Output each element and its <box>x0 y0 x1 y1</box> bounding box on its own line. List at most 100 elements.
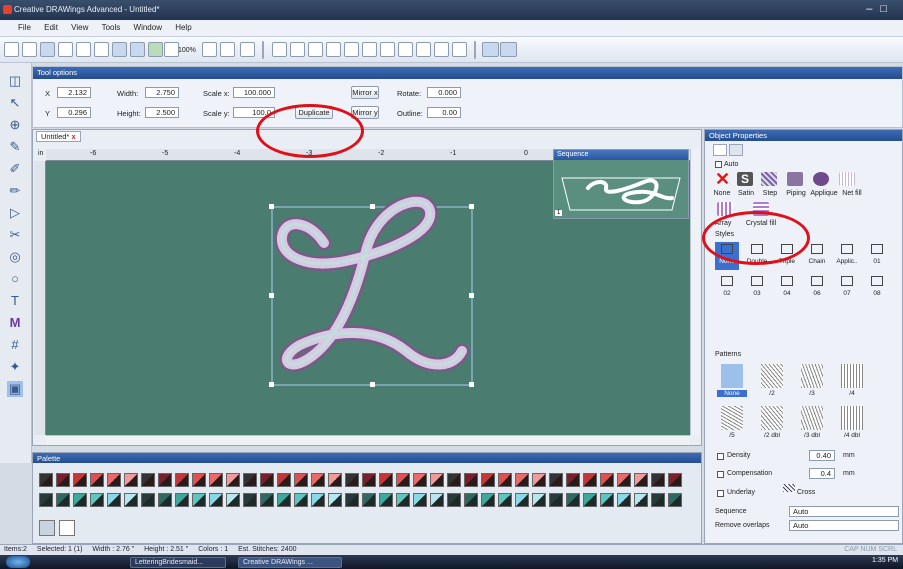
redo-icon[interactable] <box>130 42 145 57</box>
palette-swatch[interactable] <box>260 473 274 487</box>
satin-type-icon[interactable]: S <box>737 172 753 186</box>
pattern-cell[interactable]: /2 dbl <box>757 404 787 442</box>
palette-swatch[interactable] <box>345 473 359 487</box>
brush-tool-icon[interactable]: ✐ <box>7 161 23 177</box>
tab-untitled[interactable]: Untitled* x <box>36 131 81 142</box>
select-tool-icon[interactable]: ◫ <box>7 73 23 89</box>
palette-swatch[interactable] <box>362 473 376 487</box>
palette-swatch[interactable] <box>39 493 53 507</box>
palette-swatch[interactable] <box>124 473 138 487</box>
palette-swatch[interactable] <box>617 493 631 507</box>
palette-swatch[interactable] <box>379 493 393 507</box>
shape-tool-icon[interactable]: ▷ <box>7 205 23 221</box>
palette-swatch[interactable] <box>498 493 512 507</box>
menu-help[interactable]: Help <box>175 23 191 32</box>
ellipse-tool-icon[interactable]: ○ <box>7 271 23 287</box>
pattern-cell[interactable]: /4 dbl <box>837 404 867 442</box>
style-cell[interactable]: 01 <box>865 242 889 270</box>
palette-swatch[interactable] <box>226 493 240 507</box>
style-cell[interactable]: 03 <box>745 274 769 302</box>
applique-type-icon[interactable] <box>813 172 829 186</box>
palette-swatch[interactable] <box>277 493 291 507</box>
palette-swatch[interactable] <box>413 493 427 507</box>
palette-swatch[interactable] <box>345 493 359 507</box>
sequence-select[interactable]: Auto <box>789 506 899 517</box>
stitch-view-icon[interactable] <box>482 42 499 57</box>
monogram-tool-icon[interactable]: M <box>7 315 23 331</box>
wand-icon[interactable] <box>240 42 255 57</box>
same-height-icon[interactable] <box>434 42 449 57</box>
palette-swatch[interactable] <box>515 493 529 507</box>
tab-properties[interactable] <box>713 144 727 156</box>
palette-swatch[interactable] <box>583 473 597 487</box>
palette-swatch[interactable] <box>209 493 223 507</box>
palette-swatch[interactable] <box>583 493 597 507</box>
palette-swatch[interactable] <box>566 473 580 487</box>
align-bottom-icon[interactable] <box>362 42 377 57</box>
palette-swatch[interactable] <box>56 493 70 507</box>
menu-tools[interactable]: Tools <box>102 23 121 32</box>
step-type-icon[interactable] <box>761 172 777 186</box>
palette-swatch[interactable] <box>549 473 563 487</box>
rotate-field[interactable]: 0.000 <box>427 87 461 98</box>
x-field[interactable]: 2.132 <box>57 87 91 98</box>
pattern-cell[interactable]: /2 <box>757 362 787 400</box>
palette-swatch[interactable] <box>532 473 546 487</box>
tab-settings[interactable] <box>729 144 743 156</box>
mirror-x-button[interactable]: Mirror x <box>351 86 379 99</box>
pencil-tool-icon[interactable]: ✏ <box>7 183 23 199</box>
zoom-tool-icon[interactable]: ⊕ <box>7 117 23 133</box>
palette-swatch[interactable] <box>430 493 444 507</box>
palette-swatch[interactable] <box>515 473 529 487</box>
density-field[interactable]: 0.40 <box>809 450 835 461</box>
taskbar-item-lettering[interactable]: LetteringBridesmaid... <box>130 557 226 568</box>
style-cell[interactable]: Applic.. <box>835 242 859 270</box>
open-file-icon[interactable] <box>22 42 37 57</box>
align-top-icon[interactable] <box>326 42 341 57</box>
style-cell[interactable]: 04 <box>775 274 799 302</box>
same-size-icon[interactable] <box>452 42 467 57</box>
pattern-cell[interactable]: None <box>717 362 747 400</box>
palette-swatch[interactable] <box>226 473 240 487</box>
palette-swatch[interactable] <box>90 473 104 487</box>
palette-swatch[interactable] <box>107 493 121 507</box>
palette-swatch[interactable] <box>141 493 155 507</box>
menu-window[interactable]: Window <box>134 23 162 32</box>
vertical-scrollbar[interactable] <box>690 149 700 435</box>
scalex-field[interactable]: 100.000 <box>233 87 275 98</box>
palette-swatch[interactable] <box>668 473 682 487</box>
palette-swatch[interactable] <box>532 493 546 507</box>
palette-swatch[interactable] <box>243 473 257 487</box>
palette-swatch[interactable] <box>464 473 478 487</box>
density-checkbox[interactable] <box>717 453 724 460</box>
palette-swatch[interactable] <box>294 473 308 487</box>
palette-swatch[interactable] <box>175 473 189 487</box>
width-field[interactable]: 2.750 <box>145 87 179 98</box>
palette-swatch[interactable] <box>447 493 461 507</box>
close-icon[interactable]: x <box>71 132 75 141</box>
feather-tool-icon[interactable]: ✦ <box>7 359 23 375</box>
piping-type-icon[interactable] <box>787 172 803 186</box>
menu-file[interactable]: File <box>18 23 31 32</box>
copy-icon[interactable] <box>76 42 91 57</box>
align-center-icon[interactable] <box>290 42 305 57</box>
align-left-icon[interactable] <box>272 42 287 57</box>
palette-swatch[interactable] <box>464 493 478 507</box>
auto-checkbox[interactable] <box>715 161 722 168</box>
underlay-checkbox[interactable] <box>717 490 724 497</box>
pattern-cell[interactable]: /3 <box>797 362 827 400</box>
underlay-cross-icon[interactable] <box>783 484 795 492</box>
palette-swatch[interactable] <box>294 493 308 507</box>
palette-swatch[interactable] <box>328 473 342 487</box>
style-cell[interactable]: 06 <box>805 274 829 302</box>
palette-swatch[interactable] <box>566 493 580 507</box>
palette-swatch[interactable] <box>498 473 512 487</box>
palette-swatch[interactable] <box>141 473 155 487</box>
palette-swatch[interactable] <box>73 493 87 507</box>
zoom-icon[interactable] <box>164 42 179 57</box>
y-field[interactable]: 0.296 <box>57 107 91 118</box>
underlay-value[interactable]: Cross <box>797 489 815 496</box>
pen-tool-icon[interactable]: ✎ <box>7 139 23 155</box>
color-tool-icon[interactable]: ▣ <box>7 381 23 397</box>
align-middle-icon[interactable] <box>344 42 359 57</box>
